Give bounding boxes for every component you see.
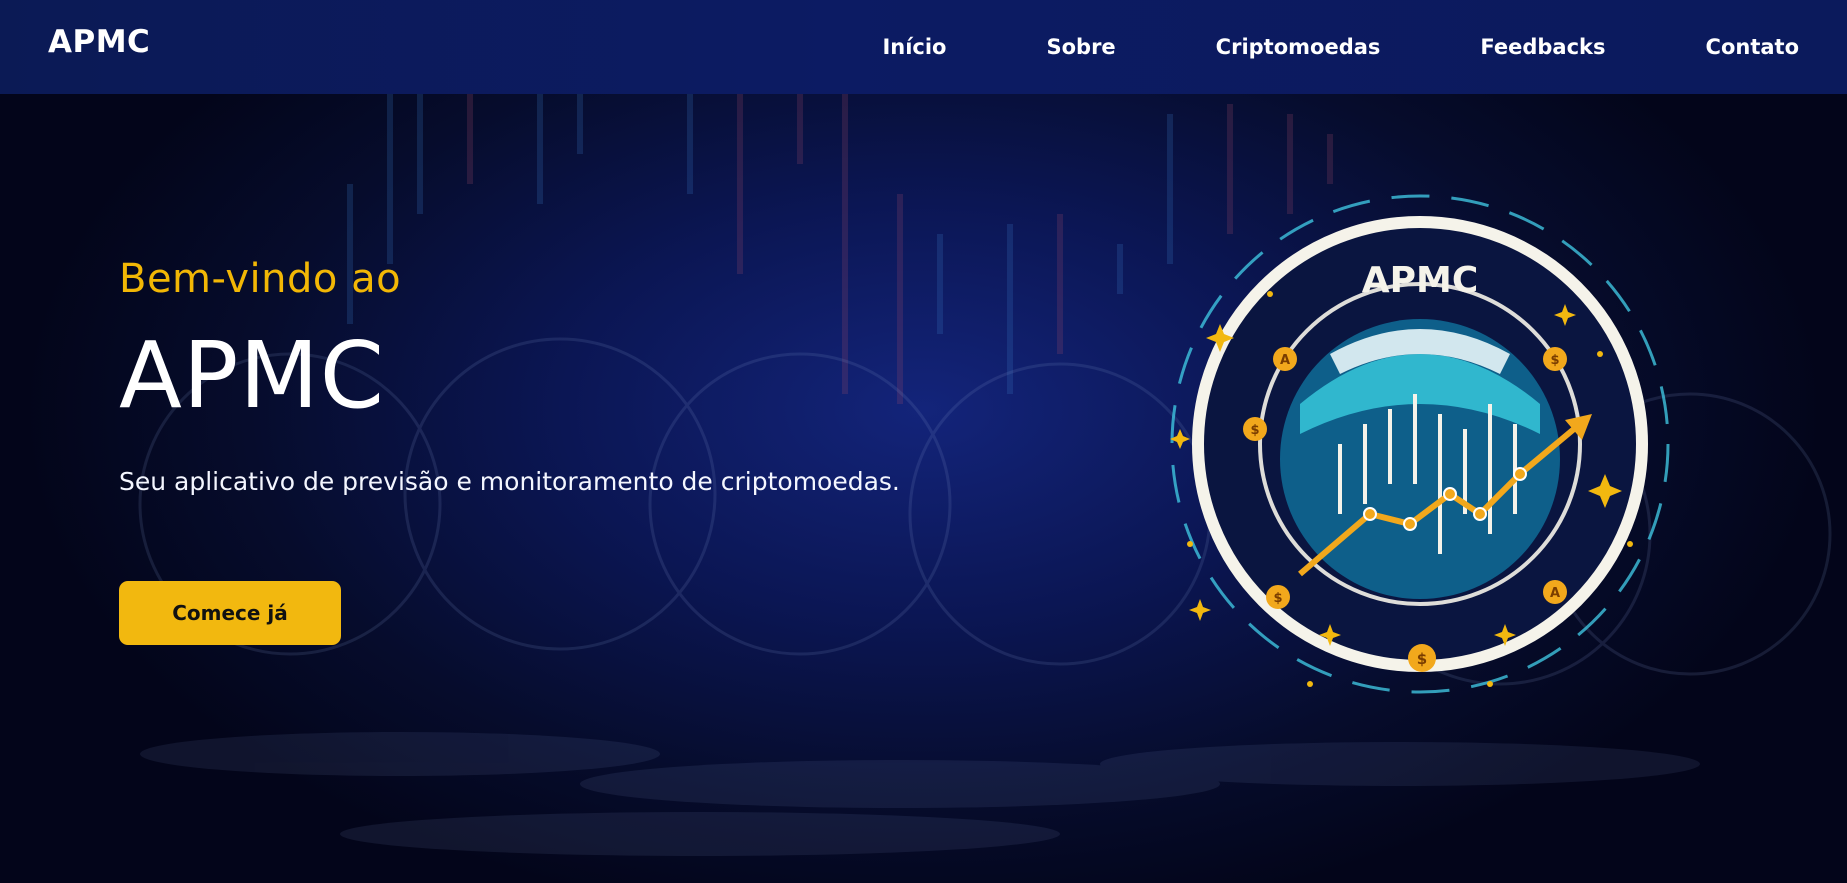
nav-link-criptomoedas[interactable]: Criptomoedas [1216, 35, 1381, 59]
nav-link-contato[interactable]: Contato [1706, 35, 1799, 59]
nav-link-feedbacks[interactable]: Feedbacks [1480, 35, 1605, 59]
apmc-emblem: APMC A $ $ $ A $ [1170, 194, 1670, 694]
nav-link-sobre[interactable]: Sobre [1046, 35, 1115, 59]
hero-subtitle: Seu aplicativo de previsão e monitoramen… [119, 467, 900, 496]
coin-label: A [1550, 586, 1560, 601]
brand-logo-text[interactable]: APMC [48, 24, 150, 60]
main-nav: Início Sobre Criptomoedas Feedbacks Cont… [782, 0, 1799, 94]
coin-label: $ [1273, 591, 1282, 606]
coin-label: $ [1417, 650, 1427, 668]
coin-label: $ [1550, 353, 1559, 368]
coin-label: $ [1250, 423, 1259, 438]
hero-welcome-text: Bem-vindo ao [119, 256, 402, 302]
hero-section: Bem-vindo ao APMC Seu aplicativo de prev… [0, 94, 1847, 883]
coin-label: A [1280, 353, 1290, 368]
nav-link-inicio[interactable]: Início [882, 35, 946, 59]
coins-stack-background [140, 732, 1700, 856]
get-started-button[interactable]: Comece já [119, 581, 341, 645]
top-navbar: APMC Início Sobre Criptomoedas Feedbacks… [0, 0, 1847, 94]
emblem-title: APMC [1362, 260, 1479, 301]
hero-title: APMC [119, 322, 386, 429]
